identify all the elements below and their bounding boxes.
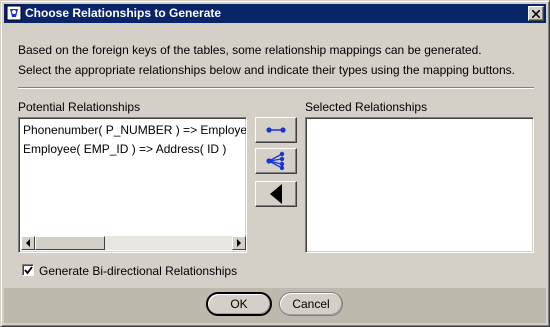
one-to-many-button[interactable] [255,148,297,174]
bidirectional-label[interactable]: Generate Bi-directional Relationships [39,264,237,278]
description-line-2: Select the appropriate relationships bel… [18,63,515,77]
bidirectional-checkbox[interactable] [22,264,34,276]
scroll-left-icon [26,239,30,247]
selected-relationships-list[interactable] [305,117,534,253]
app-icon [6,5,22,21]
list-item[interactable]: Employee( EMP_ID ) => Address( ID ) [23,142,226,156]
one-to-many-icon [266,151,285,171]
window-title: Choose Relationships to Generate [25,6,222,20]
remove-relationship-button[interactable] [255,181,297,207]
title-bar[interactable]: Choose Relationships to Generate [4,4,546,23]
potential-relationships-list[interactable]: Phonenumber( P_NUMBER ) => Employee( EMP… [18,117,247,253]
horizontal-scrollbar[interactable] [21,236,246,250]
left-arrow-icon [270,184,282,204]
dialog-window: Choose Relationships to Generate Based o… [0,0,550,327]
scroll-left-button[interactable] [21,236,35,250]
close-button[interactable] [528,6,544,21]
scrollbar-thumb[interactable] [35,236,105,250]
potential-relationships-label: Potential Relationships [18,100,141,114]
checkmark-icon [23,265,33,274]
cancel-button[interactable]: Cancel [279,292,343,316]
one-to-one-button[interactable] [255,117,297,143]
description-line-1: Based on the foreign keys of the tables,… [18,43,482,57]
button-bar [4,288,546,323]
divider [18,87,534,89]
one-to-one-icon [266,127,286,133]
selected-relationships-label: Selected Relationships [305,100,428,114]
scroll-right-icon [237,239,241,247]
list-item[interactable]: Phonenumber( P_NUMBER ) => Employee( EMP… [23,123,246,137]
close-icon [532,9,540,18]
scroll-right-button[interactable] [232,236,246,250]
ok-button[interactable]: OK [206,292,272,316]
